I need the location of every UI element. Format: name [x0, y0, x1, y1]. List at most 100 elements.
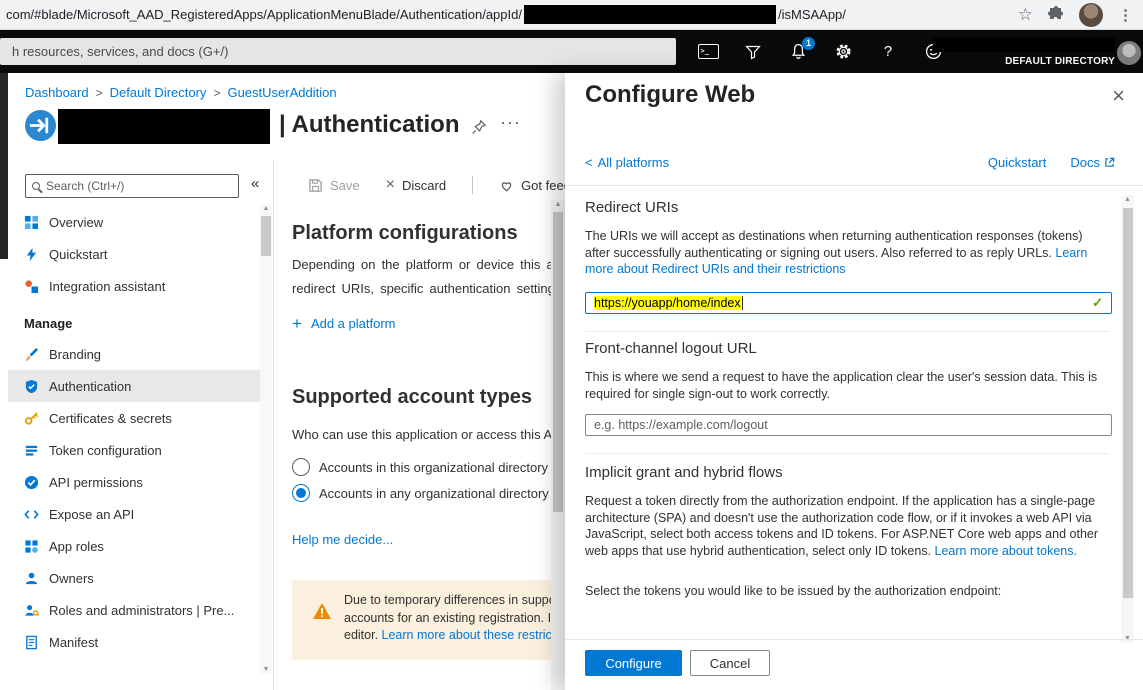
scrollbar-thumb[interactable] [1123, 208, 1133, 598]
portal-search-input[interactable]: h resources, services, and docs (G+/) [0, 38, 676, 65]
sidebar-item-manifest[interactable]: Manifest [8, 626, 260, 658]
quickstart-link[interactable]: Quickstart [988, 155, 1047, 170]
radio-unselected-icon[interactable] [292, 458, 310, 476]
help-me-decide-link[interactable]: Help me decide... [292, 532, 393, 547]
settings-gear-icon[interactable] [832, 41, 854, 63]
redirect-uri-input[interactable]: https://youapp/home/index ✓ [585, 292, 1112, 314]
external-link-icon [1104, 157, 1115, 168]
breadcrumb: Dashboard > Default Directory > GuestUserAdd… [25, 85, 337, 100]
breadcrumb-dashboard[interactable]: Dashboard [25, 85, 89, 100]
scroll-up-icon[interactable]: ▲ [1121, 196, 1134, 203]
left-edge-strip [0, 73, 8, 259]
text-caret [742, 296, 743, 310]
redirect-uris-title: Redirect URIs [585, 199, 678, 216]
scroll-up-icon[interactable]: ▲ [551, 201, 565, 208]
select-tokens-text: Select the tokens you would like to be i… [585, 583, 1110, 600]
save-button[interactable]: Save [308, 178, 360, 193]
breadcrumb-directory[interactable]: Default Directory [110, 85, 207, 100]
sidebar-item-api-permissions[interactable]: API permissions [8, 466, 260, 498]
sidebar-menu: Overview Quickstart Integration assistan… [8, 206, 260, 658]
breadcrumb-separator: > [96, 86, 103, 100]
sidebar-item-app-roles[interactable]: App roles [8, 530, 260, 562]
scrollbar-thumb[interactable] [553, 212, 563, 512]
panel-divider [565, 185, 1143, 186]
docs-link[interactable]: Docs [1070, 155, 1115, 170]
chevron-left-icon: < [585, 155, 593, 170]
api-permissions-icon [24, 475, 39, 490]
overview-icon [24, 215, 39, 230]
browser-profile-avatar[interactable] [1079, 3, 1103, 27]
bookmark-star-icon[interactable]: ☆ [1018, 6, 1033, 23]
save-floppy-icon [308, 178, 323, 193]
cloud-shell-icon[interactable]: >_ [697, 41, 719, 63]
sidebar-item-owners[interactable]: Owners [8, 562, 260, 594]
heart-icon [499, 178, 514, 193]
expose-api-icon [24, 507, 39, 522]
scroll-up-icon[interactable]: ▲ [260, 205, 272, 212]
toolbar-divider [472, 176, 473, 194]
plus-icon: + [292, 315, 302, 332]
address-bar[interactable]: com/#blade/Microsoft_AAD_RegisteredApps/… [6, 5, 1004, 24]
warning-triangle-icon [312, 602, 332, 625]
url-suffix: /isMSAApp/ [778, 7, 846, 22]
scroll-down-icon[interactable]: ▼ [260, 666, 272, 673]
configure-button[interactable]: Configure [585, 650, 682, 676]
account-option-single-tenant[interactable]: Accounts in this organizational director… [292, 458, 559, 476]
manifest-document-icon [24, 635, 39, 650]
redirect-uris-desc: The URIs we will accept as destinations … [585, 228, 1110, 278]
sidebar-item-authentication[interactable]: Authentication [8, 370, 260, 402]
section-divider [585, 331, 1109, 332]
browser-actions: ☆ ⋮ [1018, 3, 1133, 27]
key-icon [24, 411, 39, 426]
platform-desc-line1: Depending on the platform or device this… [292, 257, 561, 272]
owners-person-icon [24, 571, 39, 586]
platform-configurations-title: Platform configurations [292, 222, 518, 245]
topbar-icons: >_ 1 ? [697, 30, 944, 73]
sidebar-item-roles-administrators[interactable]: Roles and administrators | Pre... [8, 594, 260, 626]
valid-check-icon: ✓ [1092, 295, 1103, 311]
command-bar: Save × Discard Got feedback? [308, 176, 606, 194]
add-platform-button[interactable]: + Add a platform [292, 315, 395, 332]
pin-icon[interactable] [471, 119, 487, 140]
breadcrumb-app[interactable]: GuestUserAddition [227, 85, 336, 100]
collapse-sidebar-button[interactable]: « [251, 175, 259, 192]
sidebar: « ▲ ▼ Overview Quickstart Integration as… [8, 160, 274, 690]
roles-administrators-icon [24, 603, 39, 618]
logout-url-input[interactable] [585, 414, 1112, 436]
warning-text: Due to temporary differences in supporte… [344, 592, 582, 645]
browser-menu-icon[interactable]: ⋮ [1118, 6, 1133, 24]
sidebar-search-input[interactable] [46, 179, 232, 193]
sidebar-item-branding[interactable]: Branding [8, 338, 260, 370]
sidebar-item-expose-api[interactable]: Expose an API [8, 498, 260, 530]
authentication-icon [24, 379, 39, 394]
panel-scrollbar[interactable]: ▲ ▼ [1121, 195, 1134, 643]
extensions-puzzle-icon[interactable] [1048, 5, 1064, 24]
scrollbar-thumb[interactable] [261, 216, 271, 256]
branding-icon [24, 347, 39, 362]
sidebar-item-certificates-secrets[interactable]: Certificates & secrets [8, 402, 260, 434]
sidebar-scrollbar[interactable]: ▲ ▼ [260, 204, 272, 674]
help-icon[interactable]: ? [877, 41, 899, 63]
sidebar-item-quickstart[interactable]: Quickstart [8, 238, 260, 270]
learn-more-tokens-link[interactable]: Learn more about tokens. [935, 544, 1077, 558]
cancel-button[interactable]: Cancel [690, 650, 770, 676]
footer-divider [565, 639, 1143, 640]
more-options-icon[interactable]: ··· [500, 112, 521, 133]
all-platforms-back-link[interactable]: < All platforms [585, 155, 669, 170]
sidebar-item-integration-assistant[interactable]: Integration assistant [8, 270, 260, 302]
close-icon[interactable]: × [1112, 83, 1125, 109]
discard-button[interactable]: × Discard [386, 177, 446, 193]
sidebar-item-token-configuration[interactable]: Token configuration [8, 434, 260, 466]
sidebar-item-overview[interactable]: Overview [8, 206, 260, 238]
radio-selected-icon[interactable] [292, 484, 310, 502]
notifications-bell-icon[interactable]: 1 [787, 41, 809, 63]
main-scrollbar[interactable]: ▲ [551, 200, 565, 690]
redacted-account-name [933, 37, 1115, 52]
search-icon [32, 182, 40, 190]
redacted-app-name [58, 109, 270, 144]
directory-filter-icon[interactable] [742, 41, 764, 63]
breadcrumb-separator: > [213, 86, 220, 100]
account-option-multi-tenant[interactable]: Accounts in any organizational directory… [292, 484, 565, 502]
sidebar-search [25, 174, 239, 198]
account-avatar[interactable] [1117, 41, 1141, 65]
